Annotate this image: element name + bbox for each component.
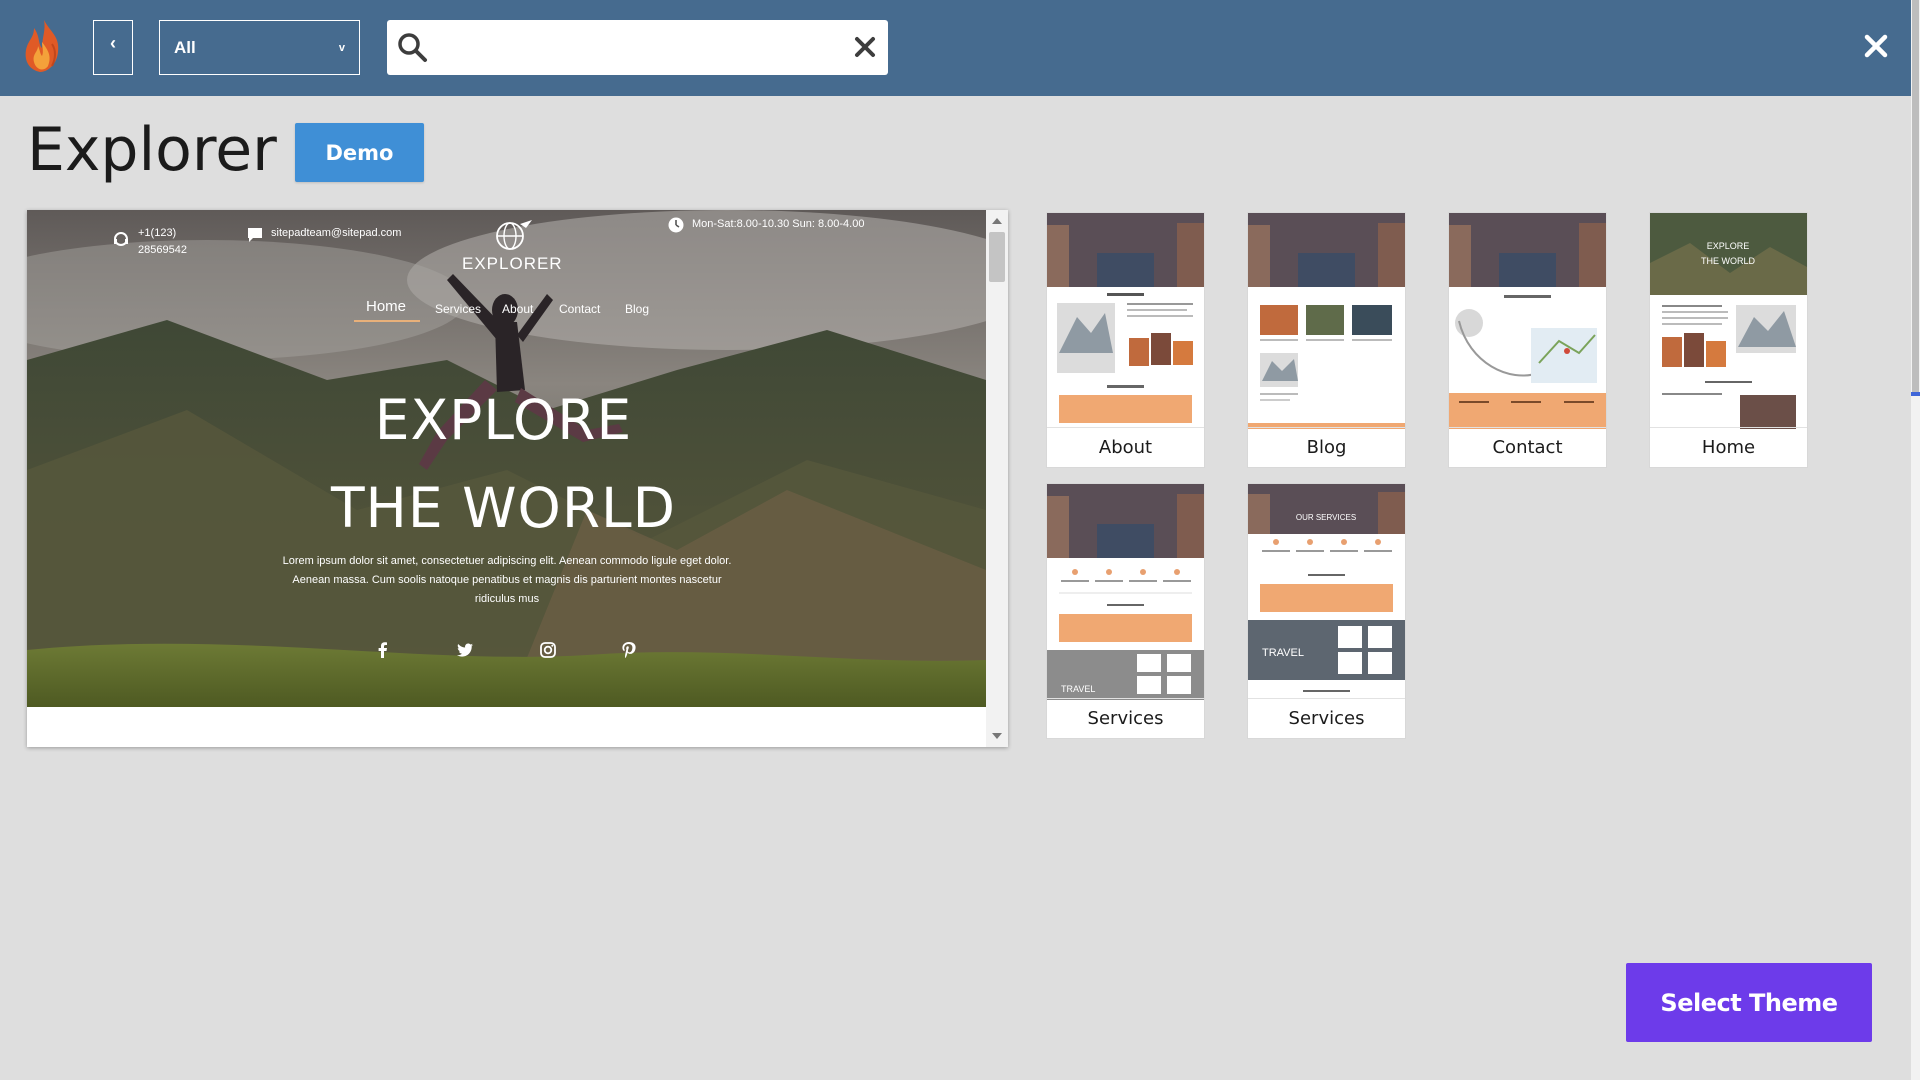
page-thumbnail-services-1[interactable]: TRAVEL Services	[1046, 483, 1205, 739]
preview-nav-blog: Blog	[625, 302, 650, 316]
preview-nav-contact: Contact	[559, 302, 601, 316]
mountain-hero-image	[27, 210, 986, 707]
nav-active-underline	[354, 320, 420, 322]
preview-scrollbar-thumb[interactable]	[989, 232, 1005, 282]
preview-email: sitepadteam@sitepad.com	[271, 227, 402, 239]
thumbnail-contact-image	[1449, 213, 1606, 429]
thumbnail-blog-image	[1248, 213, 1405, 429]
search-icon	[398, 33, 427, 62]
chevron-left-icon: ‹	[110, 33, 116, 53]
scroll-down-icon[interactable]	[992, 733, 1002, 739]
preview-nav-home: Home	[366, 298, 407, 315]
preview-hours: Mon-Sat:8.00-10.30 Sun: 8.00-4.00	[692, 218, 865, 230]
facebook-icon	[378, 642, 387, 658]
thumbnail-home-image: EXPLORE THE WORLD	[1650, 213, 1807, 429]
flame-logo-icon	[25, 20, 59, 72]
svg-text:OUR SERVICES: OUR SERVICES	[1296, 513, 1356, 522]
page-scrollbar-thumb[interactable]	[1912, 0, 1919, 392]
preview-paragraph-line3: ridiculus mus	[474, 593, 540, 605]
page-scrollbar[interactable]	[1911, 0, 1920, 1080]
thumbnail-services-1-image: TRAVEL	[1047, 484, 1204, 700]
thumbnail-label: Services	[1047, 698, 1204, 738]
scroll-position-marker	[1911, 392, 1920, 396]
demo-button[interactable]: Demo	[295, 123, 424, 182]
chat-icon	[248, 228, 262, 242]
page-thumbnail-blog[interactable]: Blog	[1247, 212, 1406, 468]
thumbnail-label: Home	[1650, 427, 1807, 467]
svg-text:THE WORLD: THE WORLD	[1701, 256, 1756, 266]
scroll-up-icon[interactable]	[992, 218, 1002, 224]
thumbnail-label: Services	[1248, 698, 1405, 738]
page-thumbnail-about[interactable]: About	[1046, 212, 1205, 468]
preview-phone-number: 28569542	[138, 244, 187, 256]
twitter-icon	[457, 643, 473, 657]
thumbnail-services-2-image: OUR SERVICES TRAVEL	[1248, 484, 1405, 700]
preview-paragraph-line1: Lorem ipsum dolor sit amet, consectetuer…	[282, 555, 732, 567]
category-filter-select[interactable]: All v	[159, 20, 360, 75]
preview-headline-line1: EXPLORE	[374, 388, 633, 452]
filter-selected-value: All	[174, 37, 196, 57]
page-thumbnail-home[interactable]: EXPLORE THE WORLD Home	[1649, 212, 1808, 468]
close-icon[interactable]	[1858, 28, 1894, 64]
preview-paragraph-line2: Aenean massa. Cum soolis natoque penatib…	[292, 574, 722, 586]
thumbnail-label: About	[1047, 427, 1204, 467]
preview-paragraph: Lorem ipsum dolor sit amet, consectetuer…	[277, 552, 737, 609]
preview-nav-services: Services	[435, 302, 482, 316]
preview-phone: +1(123)	[138, 227, 177, 239]
clock-icon	[668, 217, 684, 233]
preview-brand: EXPLORER	[462, 254, 563, 273]
page-title: Explorer	[27, 115, 277, 185]
thumbnail-label: Contact	[1449, 427, 1606, 467]
thumbnail-about-image	[1047, 213, 1204, 429]
svg-text:TRAVEL: TRAVEL	[1061, 684, 1095, 694]
preview-scrollbar[interactable]	[986, 210, 1008, 747]
preview-hero: +1(123) 28569542 sitepadteam@sitepad.com…	[27, 210, 986, 707]
pinterest-icon	[622, 642, 636, 658]
instagram-icon	[540, 642, 556, 658]
theme-preview-frame[interactable]: +1(123) 28569542 sitepadteam@sitepad.com…	[27, 210, 1008, 747]
search-input[interactable]	[437, 28, 827, 68]
top-bar: ‹ All v	[0, 0, 1911, 96]
select-theme-button[interactable]: Select Theme	[1626, 963, 1872, 1042]
back-button[interactable]: ‹	[93, 20, 133, 75]
globe-plane-logo-icon	[496, 220, 532, 250]
preview-nav-about: About	[502, 302, 534, 316]
headset-icon	[114, 232, 128, 246]
page-thumbnail-services-2[interactable]: OUR SERVICES TRAVEL Services	[1247, 483, 1406, 739]
svg-text:TRAVEL: TRAVEL	[1262, 647, 1304, 659]
search-box	[387, 20, 888, 75]
page-thumbnail-contact[interactable]: Contact	[1448, 212, 1607, 468]
chevron-down-icon: v	[338, 42, 345, 54]
preview-headline-line2: THE WORLD	[330, 476, 677, 540]
svg-text:EXPLORE: EXPLORE	[1707, 241, 1750, 251]
thumbnail-label: Blog	[1248, 427, 1405, 467]
clear-search-icon[interactable]	[850, 32, 880, 62]
